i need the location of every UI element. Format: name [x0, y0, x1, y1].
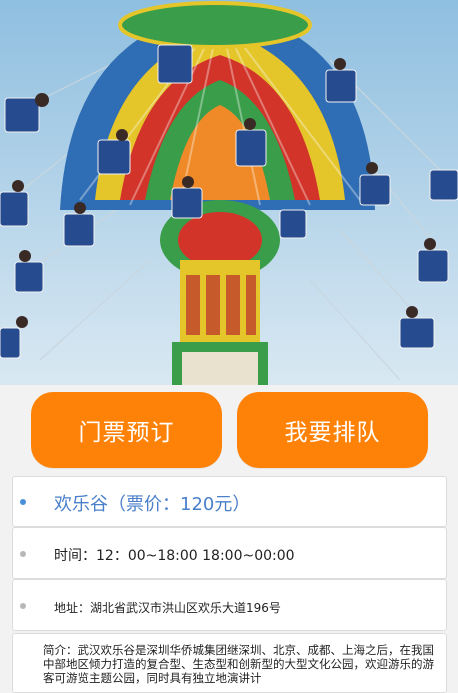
- action-buttons: 门票预订 我要排队: [0, 385, 458, 477]
- intro-text: 简介：武汉欢乐谷是深圳华侨城集团继深圳、北京、成都、上海之后，在我国中部地区倾力…: [43, 643, 434, 685]
- park-title: 欢乐谷（票价：120元）: [54, 494, 251, 515]
- hero-image: [0, 0, 458, 385]
- opening-hours: 时间：12：00~18:00 18:00~00:00: [54, 548, 295, 564]
- park-address: 地址：湖北省武汉市洪山区欢乐大道196号: [54, 601, 281, 615]
- bullet-icon: [20, 499, 26, 505]
- list-item-hours: 时间：12：00~18:00 18:00~00:00: [12, 527, 447, 579]
- join-queue-button[interactable]: 我要排队: [237, 392, 428, 468]
- park-info-list: 欢乐谷（票价：120元） 时间：12：00~18:00 18:00~00:00 …: [12, 476, 447, 631]
- park-intro: 简介：武汉欢乐谷是深圳华侨城集团继深圳、北京、成都、上海之后，在我国中部地区倾力…: [12, 633, 447, 693]
- bullet-icon: [20, 603, 26, 609]
- list-item-title[interactable]: 欢乐谷（票价：120元）: [12, 476, 447, 527]
- list-item-address: 地址：湖北省武汉市洪山区欢乐大道196号: [12, 579, 447, 631]
- book-tickets-button[interactable]: 门票预订: [31, 392, 222, 468]
- swing-ride-illustration: [0, 0, 458, 385]
- bullet-icon: [20, 551, 26, 557]
